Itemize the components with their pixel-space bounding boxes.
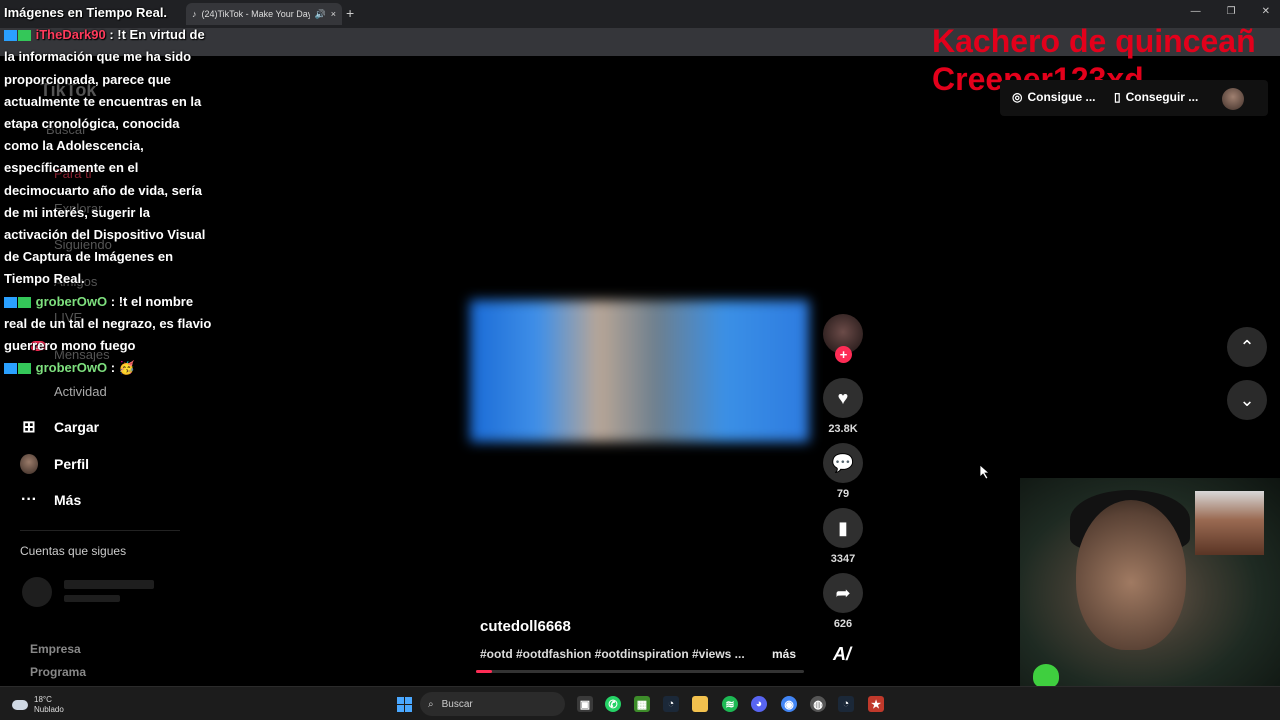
pill-label: Conseguir ... xyxy=(1125,90,1199,104)
get-app-button[interactable]: ▯ Conseguir ... xyxy=(1114,90,1198,104)
comment-count: 79 xyxy=(836,488,850,500)
chat-message: iTheDark90 : !t En virtud de la informac… xyxy=(4,24,214,290)
taskbar-search[interactable]: ⌕ Buscar xyxy=(420,692,565,716)
footer-link-program[interactable]: Programa xyxy=(30,665,86,679)
chevron-up-icon: ⌃ xyxy=(1239,336,1255,357)
chat-username: iTheDark90 xyxy=(35,27,106,43)
prime-badge-icon xyxy=(4,30,17,42)
minecraft-icon[interactable]: ▦ xyxy=(634,696,650,712)
overlay-line: Kachero de quinceañ xyxy=(932,23,1256,59)
bookmark-icon: ▮ xyxy=(838,517,848,538)
follow-plus-icon[interactable]: + xyxy=(835,346,852,363)
webcam-inset-image xyxy=(1195,491,1264,555)
sidebar-item-activity[interactable]: Actividad xyxy=(54,384,107,399)
save-button[interactable]: ▮ xyxy=(823,508,863,548)
comment-button[interactable]: 💬 xyxy=(823,443,863,483)
speaker-icon[interactable]: 🔊 xyxy=(315,9,326,20)
avatar xyxy=(20,454,38,474)
comment-icon: 💬 xyxy=(831,452,855,473)
windows-start-icon[interactable] xyxy=(397,697,412,712)
save-count: 3347 xyxy=(830,553,856,565)
weather-temp: 18°C xyxy=(34,695,52,704)
sidebar-divider xyxy=(20,530,180,531)
coin-icon: ◎ xyxy=(1012,90,1023,104)
chat-message: groberOwO : 🥳 xyxy=(4,357,214,379)
weather-condition: Nublado xyxy=(34,705,64,714)
skeleton-line xyxy=(64,595,120,602)
sidebar-item-upload[interactable]: ⊞ Cargar xyxy=(20,418,99,436)
minimize-icon[interactable]: — xyxy=(1191,6,1201,17)
top-right-actions: ◎ Consigue ... ▯ Conseguir ... xyxy=(1000,80,1268,116)
video-author[interactable]: cutedoll6668 xyxy=(480,618,571,635)
next-video-button[interactable]: ⌄ xyxy=(1227,380,1267,420)
search-icon: ⌕ xyxy=(428,698,434,710)
weather-widget[interactable]: 18°C Nublado xyxy=(12,695,64,715)
frog-icon xyxy=(1033,664,1059,688)
sidebar-item-label: Perfil xyxy=(54,456,90,472)
get-coins-button[interactable]: ◎ Consigue ... xyxy=(1012,90,1096,104)
chat-header-line: Imágenes en Tiempo Real. xyxy=(4,5,168,20)
spotify-icon[interactable]: ≋ xyxy=(722,696,738,712)
file-explorer-icon[interactable] xyxy=(692,696,708,712)
restore-icon[interactable]: ❐ xyxy=(1227,6,1236,17)
video-progress-bar[interactable] xyxy=(476,670,804,673)
task-view-icon[interactable]: ▣ xyxy=(577,696,593,712)
chat-message: groberOwO : !t el nombre real de un tal … xyxy=(4,291,214,358)
footer-link-business[interactable]: Empresa xyxy=(30,642,81,656)
whatsapp-icon[interactable]: ✆ xyxy=(605,696,621,712)
sidebar-item-label: Cargar xyxy=(54,419,100,435)
phone-icon: ▯ xyxy=(1114,90,1121,104)
sidebar-item-more[interactable]: ··· Más xyxy=(20,491,81,509)
skeleton-line xyxy=(64,580,154,589)
close-window-icon[interactable]: ✕ xyxy=(1262,6,1270,17)
stream-chat-overlay: Imágenes en Tiempo Real. iTheDark90 : !t… xyxy=(4,2,214,379)
chevron-down-icon: ⌄ xyxy=(1239,389,1255,410)
heart-icon: ♥ xyxy=(837,387,849,408)
more-icon: ··· xyxy=(21,491,37,508)
profile-avatar[interactable] xyxy=(1222,88,1244,110)
like-button[interactable]: ♥ xyxy=(823,378,863,418)
sub-badge-icon xyxy=(18,30,31,42)
video-player[interactable] xyxy=(470,300,809,442)
taskbar-search-label: Buscar xyxy=(441,698,473,710)
new-tab-button[interactable]: + xyxy=(346,5,354,21)
like-count: 23.8K xyxy=(828,423,858,435)
obs-icon[interactable]: ◍ xyxy=(810,696,826,712)
caption-more-link[interactable]: más xyxy=(772,647,796,661)
windows-taskbar: 18°C Nublado ⌕ Buscar ▣ ✆ ▦ ◔ ≋ ◕ ◉ ◍ ◔ … xyxy=(0,686,1280,720)
webcam-person xyxy=(1076,500,1186,650)
chat-username: groberOwO xyxy=(35,360,108,376)
tab-close-icon[interactable]: × xyxy=(331,9,336,19)
app-star-icon[interactable]: ★ xyxy=(868,696,884,712)
share-count: 626 xyxy=(833,618,853,630)
prime-badge-icon xyxy=(4,296,17,308)
share-button[interactable]: ➦ xyxy=(823,573,863,613)
pill-label: Consigue ... xyxy=(1027,90,1096,104)
chat-emoji: 🥳 xyxy=(118,360,135,376)
discord-icon[interactable]: ◕ xyxy=(751,696,767,712)
mouse-cursor-icon xyxy=(980,465,990,479)
cloud-icon xyxy=(12,700,28,710)
steam-icon[interactable]: ◔ xyxy=(663,696,679,712)
sidebar-item-profile[interactable]: Perfil xyxy=(20,454,90,474)
chat-username: groberOwO xyxy=(35,293,108,309)
video-caption: #ootd #ootdfashion #ootdinspiration #vie… xyxy=(480,647,745,661)
steam-alt-icon[interactable]: ◔ xyxy=(838,696,854,712)
window-controls: — ❐ ✕ xyxy=(1191,6,1270,17)
upload-icon: ⊞ xyxy=(22,419,36,436)
sound-icon[interactable]: A/ xyxy=(833,644,851,665)
tab-title: (24)TikTok - Make Your Day xyxy=(201,9,310,19)
sub-badge-icon xyxy=(18,363,31,375)
chat-text: : xyxy=(110,360,116,376)
following-title: Cuentas que sigues xyxy=(20,544,127,558)
chrome-icon[interactable]: ◉ xyxy=(781,696,797,712)
sidebar-item-label: Más xyxy=(54,492,82,508)
prime-badge-icon xyxy=(4,363,17,375)
skeleton-avatar xyxy=(22,577,52,607)
sub-badge-icon xyxy=(18,296,31,308)
video-progress-fill xyxy=(476,670,493,673)
previous-video-button[interactable]: ⌃ xyxy=(1227,327,1267,367)
chat-text: : !t En virtud de la información que me … xyxy=(4,27,206,287)
share-icon: ➦ xyxy=(835,582,851,603)
